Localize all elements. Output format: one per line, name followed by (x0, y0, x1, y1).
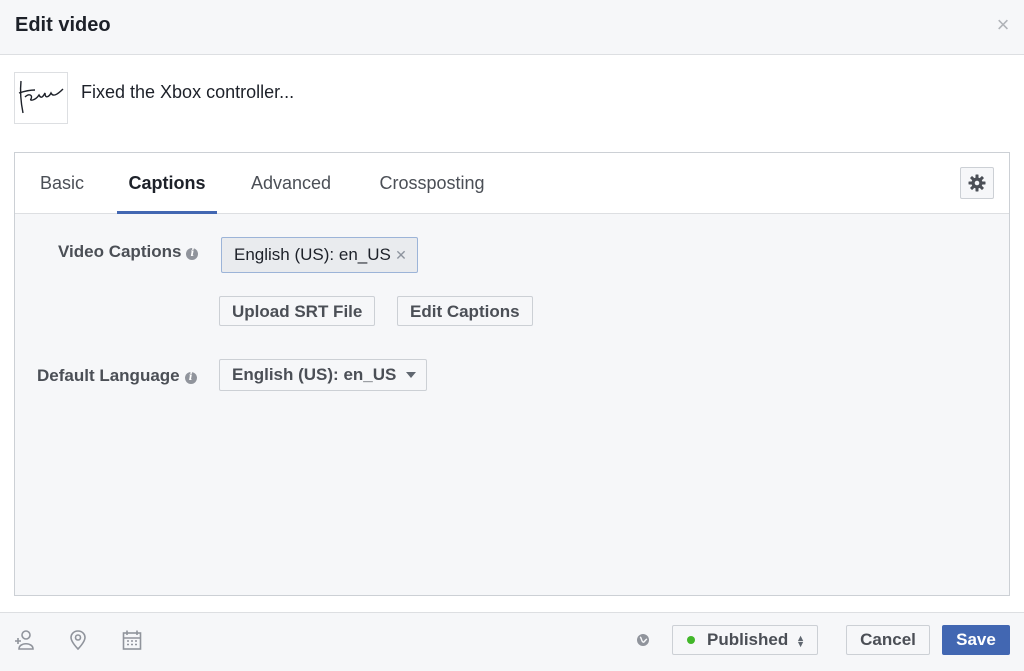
dialog-header: Edit video × (0, 0, 1024, 55)
tab-captions[interactable]: Captions (117, 153, 217, 214)
video-summary: Fixed the Xbox controller... (14, 72, 1004, 124)
default-language-label-text: Default Language (37, 366, 180, 385)
default-language-value: English (US): en_US (232, 365, 397, 384)
close-icon[interactable]: × (994, 14, 1012, 36)
tab-bar: Basic Captions Advanced Crossposting (15, 153, 1009, 214)
video-thumbnail (14, 72, 68, 124)
signature-image (18, 80, 64, 114)
save-button[interactable]: Save (942, 625, 1010, 655)
info-icon[interactable]: i (184, 372, 197, 384)
updown-arrows-icon: ▲ ▼ (796, 633, 805, 649)
edit-captions-button[interactable]: Edit Captions (397, 296, 533, 326)
gear-icon (968, 174, 986, 192)
video-captions-label-text: Video Captions (58, 242, 182, 261)
tab-advanced[interactable]: Advanced (247, 153, 335, 211)
remove-token-icon[interactable]: ✕ (395, 238, 407, 272)
info-icon[interactable]: i (186, 248, 199, 260)
calendar-icon[interactable] (122, 629, 142, 656)
globe-icon[interactable] (636, 633, 650, 652)
dialog-title: Edit video (15, 14, 111, 36)
cancel-button[interactable]: Cancel (846, 625, 930, 655)
tab-crossposting[interactable]: Crossposting (375, 153, 489, 211)
upload-srt-button[interactable]: Upload SRT File (219, 296, 376, 326)
tab-basic[interactable]: Basic (37, 153, 87, 211)
publish-status-label: Published (707, 630, 789, 649)
edit-panel: Basic Captions Advanced Crossposting Vid… (14, 152, 1010, 596)
default-language-label: Default Language i (37, 366, 197, 386)
dialog-footer: Published ▲ ▼ Cancel Save (0, 612, 1024, 671)
location-icon[interactable] (68, 629, 88, 656)
chevron-down-icon (406, 372, 417, 378)
status-dot-icon (687, 636, 695, 644)
publish-status-select[interactable]: Published ▲ ▼ (672, 625, 818, 655)
video-title: Fixed the Xbox controller... (81, 82, 295, 102)
default-language-select[interactable]: English (US): en_US (219, 359, 428, 391)
tag-people-icon[interactable] (14, 629, 36, 656)
video-captions-label: Video Captions i (58, 242, 199, 262)
edit-video-dialog: Edit video × Fixed the Xbox controller..… (0, 0, 1024, 671)
caption-token: English (US): en_US ✕ (221, 237, 418, 273)
settings-button[interactable] (960, 167, 994, 199)
caption-token-label: English (US): en_US (234, 245, 391, 264)
